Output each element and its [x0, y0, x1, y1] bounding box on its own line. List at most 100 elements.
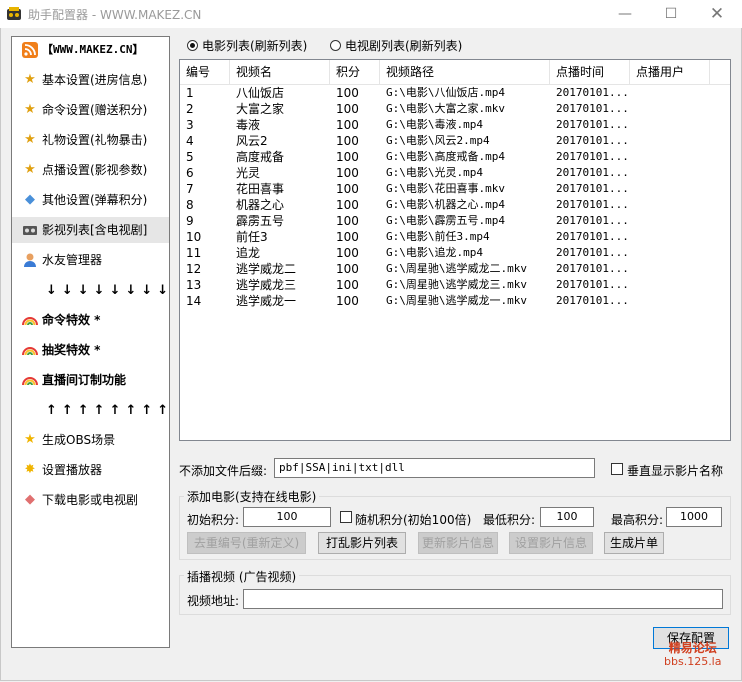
- sidebar-item-website[interactable]: 【WWW.MAKEZ.CN】: [12, 37, 169, 63]
- initial-points-input[interactable]: 100: [243, 507, 331, 527]
- watermark-line1: 精易论坛: [668, 641, 717, 655]
- table-row[interactable]: 8 机器之心 100 G:\电影\机器之心.mp4 20170101...: [180, 197, 730, 213]
- maximize-button[interactable]: ☐: [648, 0, 694, 28]
- rainbow-icon: [22, 342, 38, 358]
- sidebar-item-label: 设置播放器: [42, 463, 103, 477]
- cell-time: 20170101...: [556, 246, 629, 259]
- cell-points: 100: [336, 230, 359, 244]
- generate-playlist-button[interactable]: 生成片单: [604, 532, 664, 554]
- set-info-button[interactable]: 设置影片信息: [509, 532, 593, 554]
- cell-user: [630, 213, 710, 229]
- sidebar-item-fans[interactable]: 水友管理器: [12, 247, 169, 273]
- cell-id: 8: [186, 198, 194, 212]
- video-url-input[interactable]: [243, 589, 723, 609]
- table-row[interactable]: 5 高度戒备 100 G:\电影\高度戒备.mp4 20170101...: [180, 149, 730, 165]
- table-row[interactable]: 14 逃学威龙一 100 G:\周星驰\逃学威龙一.mkv 20170101...: [180, 293, 730, 309]
- vertical-name-label: 垂直显示影片名称: [627, 464, 724, 478]
- close-button[interactable]: ✕: [694, 0, 740, 28]
- cell-time: 20170101...: [556, 182, 629, 195]
- sidebar-item-custom[interactable]: 直播间订制功能: [12, 367, 169, 393]
- cell-time: 20170101...: [556, 278, 629, 291]
- cell-path: G:\周星驰\逃学威龙一.mkv: [386, 294, 527, 307]
- video-list[interactable]: 编号 视频名 积分 视频路径 点播时间 点播用户 1 八仙饭店 100 G:\电影\八…: [179, 59, 731, 441]
- cell-id: 9: [186, 214, 194, 228]
- cell-name: 风云2: [236, 134, 268, 148]
- max-points-label: 最高积分:: [611, 513, 664, 527]
- column-header-user[interactable]: 点播用户: [630, 60, 710, 84]
- radio-label: 电影列表(刷新列表): [202, 39, 308, 53]
- cell-user: [630, 245, 710, 261]
- sidebar-item-other[interactable]: ◆ 其他设置(弹幕积分): [12, 187, 169, 213]
- cell-points: 100: [336, 294, 359, 308]
- cell-time: 20170101...: [556, 134, 629, 147]
- table-row[interactable]: 1 八仙饭店 100 G:\电影\八仙饭店.mp4 20170101...: [180, 85, 730, 101]
- radio-checked-icon: [187, 40, 198, 51]
- sidebar-item-label: 抽奖特效 *: [42, 343, 101, 357]
- min-points-label: 最低积分:: [483, 513, 536, 527]
- table-row[interactable]: 4 风云2 100 G:\电影\风云2.mp4 20170101...: [180, 133, 730, 149]
- sidebar-item-label: 其他设置(弹幕积分): [42, 193, 148, 207]
- shuffle-list-button[interactable]: 打乱影片列表: [318, 532, 406, 554]
- renumber-button[interactable]: 去重编号(重新定义): [187, 532, 306, 554]
- table-row[interactable]: 2 大富之家 100 G:\电影\大富之家.mkv 20170101...: [180, 101, 730, 117]
- minimize-button[interactable]: —: [602, 0, 648, 28]
- sidebar-item-label: 命令设置(赠送积分): [42, 103, 148, 117]
- suffix-filter-input[interactable]: pbf|SSA|ini|txt|dll: [274, 458, 595, 478]
- random-points-checkbox[interactable]: [340, 511, 352, 523]
- cell-points: 100: [336, 166, 359, 180]
- column-header-time[interactable]: 点播时间: [550, 60, 630, 84]
- cell-name: 前任3: [236, 230, 268, 244]
- cell-time: 20170101...: [556, 230, 629, 243]
- suffix-filter-label: 不添加文件后缀:: [179, 464, 268, 478]
- sidebar-item-lottery-effects[interactable]: 抽奖特效 *: [12, 337, 169, 363]
- sidebar-item-label: 直播间订制功能: [42, 373, 127, 387]
- cell-id: 14: [186, 294, 202, 308]
- cell-user: [630, 165, 710, 181]
- random-points-label: 随机积分(初始100倍): [355, 513, 472, 527]
- sidebar-item-obs[interactable]: ★ 生成OBS场景: [12, 427, 169, 453]
- sidebar-item-gift[interactable]: ★ 礼物设置(礼物暴击): [12, 127, 169, 153]
- sidebar-item-basic[interactable]: ★ 基本设置(进房信息): [12, 67, 169, 93]
- cell-points: 100: [336, 182, 359, 196]
- table-row[interactable]: 6 光灵 100 G:\电影\光灵.mp4 20170101...: [180, 165, 730, 181]
- sidebar-item-player[interactable]: ✸ 设置播放器: [12, 457, 169, 483]
- vertical-name-checkbox[interactable]: [611, 463, 623, 475]
- column-header-name[interactable]: 视频名: [230, 60, 330, 84]
- cell-user: [630, 117, 710, 133]
- cell-points: 100: [336, 246, 359, 260]
- sidebar-item-label: 生成OBS场景: [42, 433, 116, 447]
- rainbow-icon: [22, 372, 38, 388]
- cell-name: 光灵: [236, 166, 261, 180]
- cell-id: 4: [186, 134, 194, 148]
- cell-path: G:\电影\光灵.mp4: [386, 166, 483, 179]
- cell-points: 100: [336, 198, 359, 212]
- column-header-path[interactable]: 视频路径: [380, 60, 550, 84]
- table-row[interactable]: 3 毒液 100 G:\电影\毒液.mp4 20170101...: [180, 117, 730, 133]
- table-row[interactable]: 13 逃学威龙三 100 G:\周星驰\逃学威龙三.mkv 20170101...: [180, 277, 730, 293]
- column-header-points[interactable]: 积分: [330, 60, 380, 84]
- sidebar-item-command[interactable]: ★ 命令设置(赠送积分): [12, 97, 169, 123]
- max-points-input[interactable]: 1000: [666, 507, 722, 527]
- table-row[interactable]: 11 追龙 100 G:\电影\追龙.mp4 20170101...: [180, 245, 730, 261]
- table-row[interactable]: 7 花田喜事 100 G:\电影\花田喜事.mkv 20170101...: [180, 181, 730, 197]
- tag-icon: ◆: [25, 192, 35, 207]
- cell-id: 11: [186, 246, 202, 260]
- column-header-id[interactable]: 编号: [180, 60, 230, 84]
- update-info-button[interactable]: 更新影片信息: [418, 532, 498, 554]
- sidebar-item-command-effects[interactable]: 命令特效 *: [12, 307, 169, 333]
- cell-path: G:\电影\花田喜事.mkv: [386, 182, 505, 195]
- sidebar-item-download[interactable]: ◆ 下载电影或电视剧: [12, 487, 169, 513]
- table-row[interactable]: 10 前任3 100 G:\电影\前任3.mp4 20170101...: [180, 229, 730, 245]
- cell-user: [630, 85, 710, 101]
- table-row[interactable]: 9 霹雳五号 100 G:\电影\霹雳五号.mp4 20170101...: [180, 213, 730, 229]
- sidebar-item-ondemand[interactable]: ★ 点播设置(影视参数): [12, 157, 169, 183]
- medal-icon: ★: [24, 72, 36, 87]
- min-points-input[interactable]: 100: [540, 507, 594, 527]
- medal-icon: ★: [24, 162, 36, 177]
- cell-id: 7: [186, 182, 194, 196]
- sidebar-item-videolist[interactable]: 影视列表[含电视剧]: [12, 217, 169, 243]
- star-icon: ★: [24, 432, 36, 447]
- medal-icon: ★: [24, 102, 36, 117]
- cell-points: 100: [336, 102, 359, 116]
- table-row[interactable]: 12 逃学威龙二 100 G:\周星驰\逃学威龙二.mkv 20170101...: [180, 261, 730, 277]
